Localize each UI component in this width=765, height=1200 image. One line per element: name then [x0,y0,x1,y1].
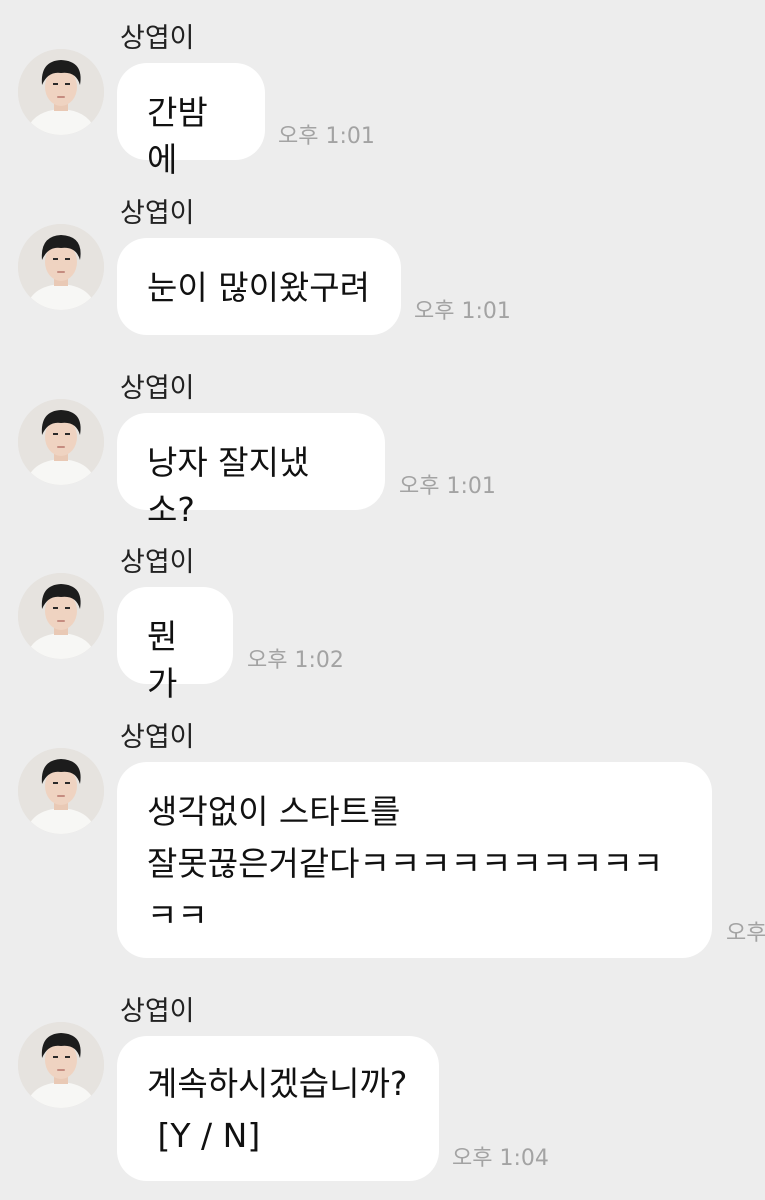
profile-photo-icon [18,573,104,659]
message-timestamp: 오후 1:01 [278,124,375,149]
message-row: 상엽이 눈이 많이왔구려 오후 1:01 [0,197,765,347]
avatar[interactable] [18,49,104,135]
profile-photo-icon [18,748,104,834]
message-timestamp: 오후 [726,921,765,946]
profile-photo-icon [18,49,104,135]
sender-name: 상엽이 [120,23,195,54]
message-row: 상엽이 계속하시겠습니까? [Y / N] 오후 1:04 [0,995,765,1195]
sender-name: 상엽이 [120,373,195,404]
avatar[interactable] [18,399,104,485]
message-row: 상엽이 뭔가 오후 1:02 [0,546,765,703]
sender-name: 상엽이 [120,547,195,578]
sender-name: 상엽이 [120,198,195,229]
profile-photo-icon [18,399,104,485]
message-timestamp: 오후 1:01 [399,474,496,499]
message-row: 상엽이 생각없이 스타트를 잘못끊은거같다ㅋㅋㅋㅋㅋㅋㅋㅋㅋㅋ ㅋㅋ 오후 [0,721,765,961]
message-row: 상엽이 간밤에 오후 1:01 [0,22,765,179]
message-row: 상엽이 낭자 잘지냈소? 오후 1:01 [0,372,765,529]
profile-photo-icon [18,1022,104,1108]
message-bubble[interactable]: 낭자 잘지냈소? [117,413,385,529]
avatar[interactable] [18,1022,104,1108]
message-bubble[interactable]: 생각없이 스타트를 잘못끊은거같다ㅋㅋㅋㅋㅋㅋㅋㅋㅋㅋ ㅋㅋ [117,762,712,958]
avatar[interactable] [18,748,104,834]
message-bubble[interactable]: 눈이 많이왔구려 [117,238,401,335]
message-timestamp: 오후 1:04 [452,1146,549,1171]
message-bubble[interactable]: 계속하시겠습니까? [Y / N] [117,1036,439,1181]
message-bubble[interactable]: 뭔가 [117,587,233,703]
avatar[interactable] [18,224,104,310]
message-bubble[interactable]: 간밤에 [117,63,265,179]
avatar[interactable] [18,573,104,659]
chat-message-list: 상엽이 간밤에 오후 1:01 상엽이 눈이 많이왔구려 오후 1:01 상엽이… [0,0,765,1200]
message-timestamp: 오후 1:01 [414,299,511,324]
sender-name: 상엽이 [120,722,195,753]
message-timestamp: 오후 1:02 [247,648,344,673]
profile-photo-icon [18,224,104,310]
sender-name: 상엽이 [120,996,195,1027]
